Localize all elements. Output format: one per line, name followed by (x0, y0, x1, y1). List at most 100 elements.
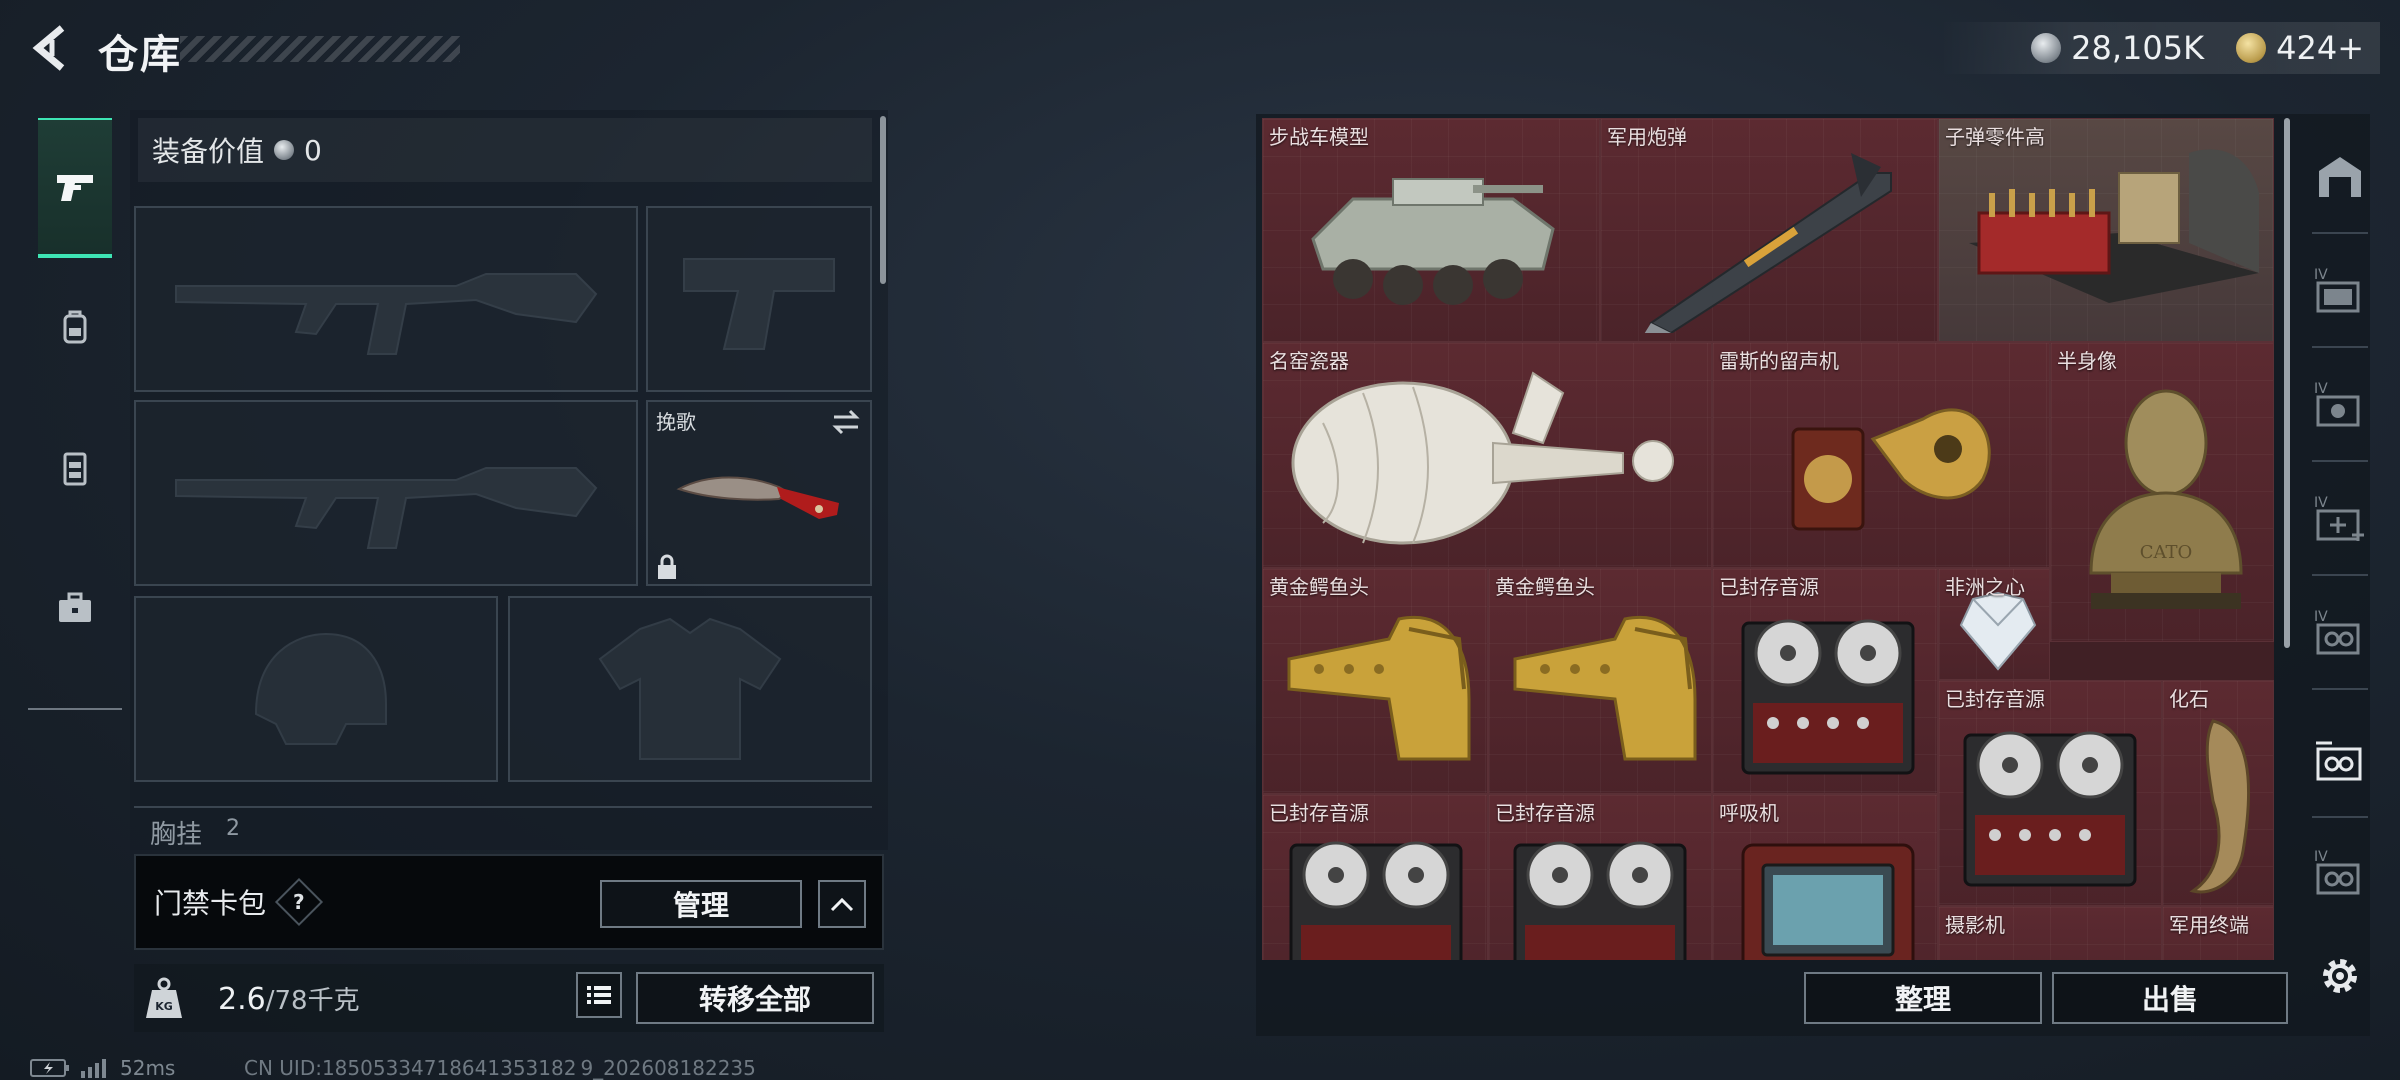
armor-slot[interactable] (508, 596, 872, 782)
item-label: 非洲之心 (1945, 575, 2025, 599)
silver-coin-icon (2031, 33, 2062, 63)
melee-weapon-slot[interactable]: 挽歌 (646, 400, 872, 586)
equipment-scrollbar[interactable] (880, 116, 886, 284)
ammo-parts-crate-icon (1969, 149, 2259, 303)
sidearm-slot[interactable] (646, 206, 872, 392)
storage-item[interactable]: 已封存音源 (1712, 568, 1938, 794)
storage-item[interactable]: 已封存音源 (1262, 794, 1488, 960)
helmet-slot[interactable] (134, 596, 498, 782)
storage-item[interactable]: 已封存音源 (1488, 794, 1712, 960)
storage-item[interactable]: 呼吸机 (1712, 794, 1938, 960)
item-label: 子弹零件高 (1945, 125, 2045, 149)
sell-button[interactable]: 出售 (2052, 972, 2288, 1024)
weight-readout: 2.6/78千克 (218, 980, 360, 1017)
signal-icon (81, 1059, 106, 1078)
tab-warehouse[interactable] (2300, 126, 2380, 226)
equipment-value-label: 装备价值 (152, 135, 265, 168)
tier-label: IV (2314, 849, 2328, 865)
tape-recorder-icon (1741, 619, 1915, 775)
helmet-placeholder-icon (254, 632, 387, 745)
sort-button[interactable]: 整理 (1804, 972, 2042, 1024)
vest-icon (63, 452, 87, 486)
chest-rig-row[interactable]: 胸挂 2 (134, 806, 872, 850)
title-decoration (180, 36, 460, 62)
tab-case[interactable] (38, 538, 112, 678)
back-button[interactable] (28, 22, 76, 74)
rifle-placeholder-icon (175, 273, 598, 355)
ventilator-icon (1741, 843, 1915, 960)
tab-storage-1[interactable]: IV (2300, 240, 2380, 340)
tab-vest[interactable] (38, 398, 112, 538)
silver-currency-value: 28,105K (2071, 29, 2205, 67)
item-label: 呼吸机 (1719, 801, 1779, 825)
storage-item[interactable]: 已封存音源 (1938, 680, 2162, 906)
item-label: 黄金鳄鱼头 (1269, 575, 1369, 599)
tab-storage-2[interactable]: IV (2300, 354, 2380, 454)
loadout-tabs (28, 108, 122, 712)
storage-item[interactable]: 非洲之心 (1938, 568, 2050, 680)
gold-coin-icon (2236, 33, 2267, 63)
player-uid: CN UID:18505334718641353182 ​9_202608182… (244, 1056, 756, 1080)
rifle-placeholder-icon (175, 467, 598, 549)
item-label: 军用终端 (2169, 913, 2249, 937)
tab-backpack[interactable] (38, 258, 112, 398)
settings-icon (2323, 959, 2357, 993)
page-title: 仓库 (98, 32, 182, 78)
pistol-placeholder-icon (683, 258, 835, 350)
item-label: 已封存音源 (1495, 801, 1595, 825)
tier-label: IV (2314, 495, 2328, 511)
storage-tabs: IV IV IV IV IV (2300, 110, 2380, 1050)
weight-icon-label: KG (155, 1000, 173, 1013)
storage-item[interactable]: 黄金鳄鱼头 (1262, 568, 1488, 794)
storage-iv-add-icon: IV (2314, 495, 2364, 541)
network-status: 52ms (30, 1056, 175, 1080)
item-label: 半身像 (2057, 349, 2117, 373)
secondary-weapon-slot[interactable] (134, 400, 638, 586)
storage-scrollbar[interactable] (2284, 118, 2290, 648)
porcelain-vase-icon (1291, 371, 1674, 545)
settings-button[interactable] (2300, 926, 2380, 1026)
item-label: 已封存音源 (1719, 575, 1819, 599)
manage-button[interactable]: 管理 (600, 880, 802, 928)
storage-item[interactable]: 雷斯的留声机 (1712, 342, 2050, 568)
tab-divider (2312, 574, 2368, 576)
storage-item[interactable]: 名窑瓷器 (1262, 342, 1712, 568)
armor-placeholder-icon (598, 617, 782, 760)
storage-item[interactable]: 军用炮弹 (1600, 118, 1938, 342)
swap-icon[interactable] (830, 408, 862, 436)
storage-item[interactable]: 步战车模型 (1262, 118, 1600, 342)
weight-icon: KG (144, 976, 184, 1020)
storage-item[interactable]: 子弹零件高 (1938, 118, 2274, 342)
primary-weapon-slot[interactable] (134, 206, 638, 392)
help-icon[interactable]: ? (274, 877, 324, 927)
list-icon (587, 986, 611, 1004)
storage-item[interactable]: 军用终端 (2162, 906, 2274, 960)
item-label: 雷斯的留声机 (1719, 349, 1839, 373)
tab-weapons[interactable] (38, 118, 112, 258)
pistol-icon (57, 175, 93, 201)
storage-item[interactable]: 摄影机 (1938, 906, 2162, 960)
tab-storage-6[interactable]: IV (2300, 822, 2380, 922)
storage-active-icon (2316, 741, 2362, 781)
bust-inscription: CATO (2140, 542, 2193, 563)
item-label: 已封存音源 (1945, 687, 2045, 711)
back-arrow-icon (32, 25, 65, 71)
weight-max: /78千克 (265, 986, 360, 1016)
storage-item[interactable]: 化石 (2162, 680, 2274, 906)
currency-bar: 28,105K 424+ (1940, 22, 2380, 74)
tab-divider (2312, 816, 2368, 818)
list-view-button[interactable] (576, 972, 622, 1018)
item-label: 摄影机 (1945, 913, 2005, 937)
storage-item[interactable]: 黄金鳄鱼头 (1488, 568, 1712, 794)
transfer-all-button[interactable]: 转移全部 (636, 972, 874, 1024)
storage-item[interactable]: 半身像 CATO (2050, 342, 2274, 642)
item-label: 已封存音源 (1269, 801, 1369, 825)
tab-storage-4[interactable]: IV (2300, 582, 2380, 682)
gold-currency-value[interactable]: 424+ (2276, 29, 2364, 67)
tab-storage-3[interactable]: IV (2300, 468, 2380, 568)
storage-grid: 步战车模型 军用炮弹 子弹零件高 名窑瓷器 雷斯的留声机 半身像 CATO 黄金… (1262, 118, 2274, 960)
tab-storage-active[interactable] (2300, 710, 2380, 810)
briefcase-icon (59, 592, 91, 622)
chevron-up-icon (830, 897, 854, 912)
expand-button[interactable] (818, 880, 866, 928)
